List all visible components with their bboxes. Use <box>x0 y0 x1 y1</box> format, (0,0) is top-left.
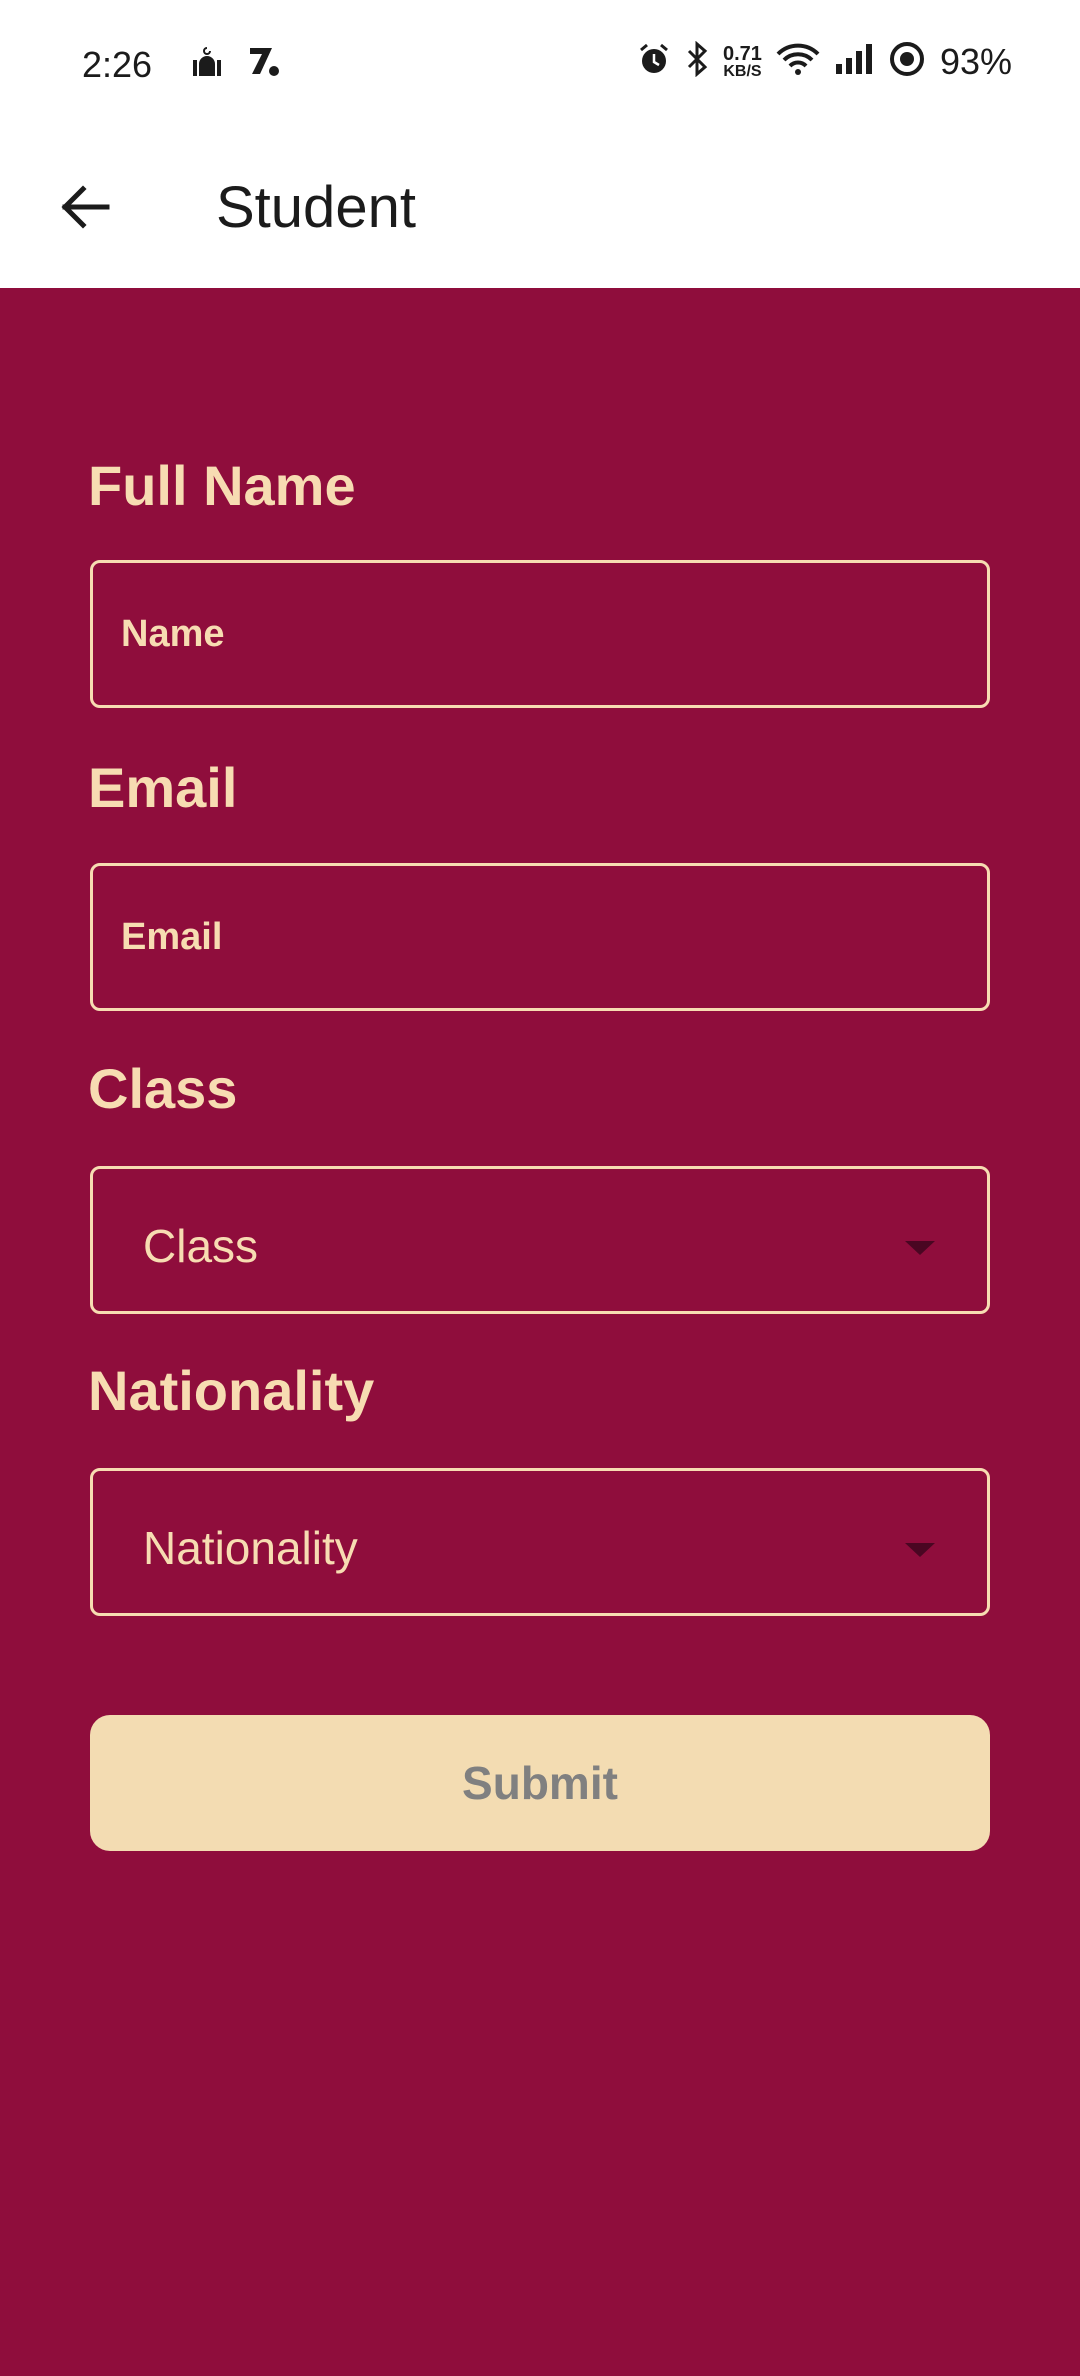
dropdown-arrow-icon <box>905 1543 935 1557</box>
notification-icons <box>190 44 282 83</box>
wifi-icon <box>776 42 820 81</box>
data-saver-icon <box>888 40 926 83</box>
submit-button[interactable]: Submit <box>90 1715 990 1851</box>
full-name-input[interactable] <box>93 563 987 705</box>
dropdown-arrow-icon <box>905 1241 935 1255</box>
page-title: Student <box>216 175 416 240</box>
student-form: Full Name Email Class Class Nationality … <box>0 288 1080 2376</box>
class-dropdown[interactable]: Class <box>90 1166 990 1314</box>
nationality-selected-value: Nationality <box>143 1522 358 1574</box>
mosque-icon <box>190 44 224 83</box>
network-speed: 0.71 KB/S <box>723 44 762 80</box>
status-time: 2:26 <box>82 44 153 85</box>
network-speed-value: 0.71 <box>723 42 762 65</box>
system-icons: 0.71 KB/S 93% <box>637 40 1012 83</box>
bluetooth-icon <box>685 40 709 82</box>
network-speed-unit: KB/S <box>723 62 762 80</box>
nationality-dropdown[interactable]: Nationality <box>90 1468 990 1616</box>
signal-icon <box>834 42 874 81</box>
app-bar: Student <box>0 130 1080 288</box>
email-field[interactable] <box>90 863 990 1011</box>
battery-percentage: 93% <box>939 40 1012 82</box>
back-button[interactable] <box>50 172 120 242</box>
alarm-icon <box>637 42 671 81</box>
nationality-label: Nationality <box>88 1359 375 1422</box>
full-name-field[interactable] <box>90 560 990 708</box>
app-z-icon <box>246 44 282 83</box>
class-label: Class <box>88 1057 238 1120</box>
email-label: Email <box>88 756 238 819</box>
email-input[interactable] <box>93 866 987 1008</box>
arrow-left-icon <box>61 185 110 229</box>
status-bar: 2:26 0.71 KB/S 93% <box>0 0 1080 130</box>
full-name-label: Full Name <box>88 454 356 517</box>
class-selected-value: Class <box>143 1220 259 1272</box>
